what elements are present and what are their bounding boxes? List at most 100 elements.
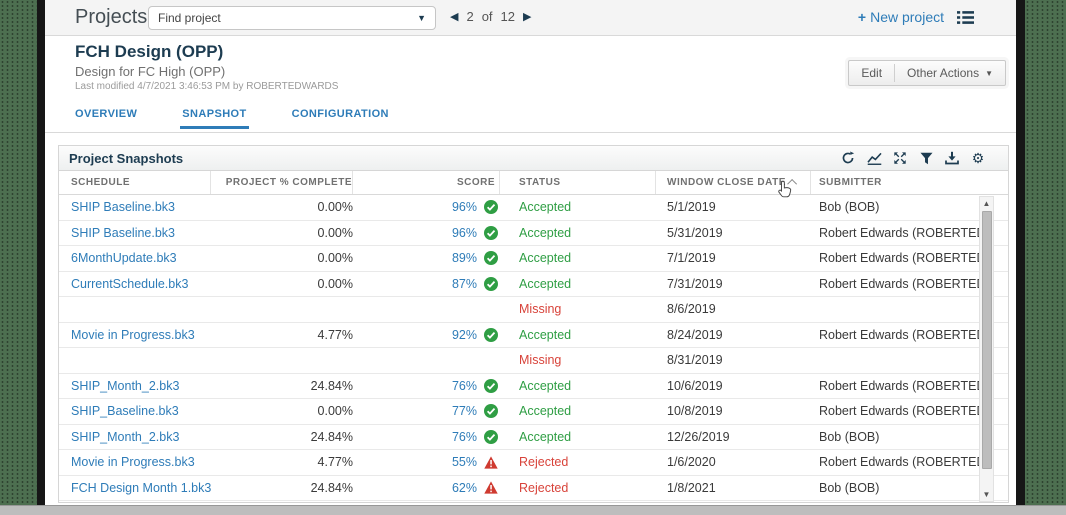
accepted-check-icon [484, 276, 498, 291]
find-project-combobox[interactable]: Find project ▼ [148, 6, 436, 30]
table-row[interactable]: SHIP_Baseline.bk3 0.00% 77% Accepted 10/8/20… [59, 399, 1008, 425]
project-subtitle: Design for FC High (OPP) [75, 64, 226, 79]
other-actions-button[interactable]: Other Actions ▼ [895, 61, 1005, 85]
prev-project-button[interactable]: ◀ [450, 10, 458, 23]
window-close-date-value: 1/8/2021 [667, 480, 716, 495]
submitter-value: Robert Edwards (ROBERTEDWARDS) [819, 404, 979, 419]
scroll-up-arrow[interactable]: ▲ [980, 197, 993, 210]
table-row[interactable]: SHIP Baseline.bk3 0.00% 96% Accepted 5/1/201… [59, 195, 1008, 221]
column-header-status[interactable]: STATUS [500, 171, 656, 194]
project-list-menu-icon[interactable] [957, 10, 974, 30]
submitter-value: Bob (BOB) [819, 429, 880, 444]
schedule-link[interactable]: SHIP_Month_2.bk3 [71, 379, 179, 393]
schedule-link[interactable]: 6MonthUpdate.bk3 [71, 251, 177, 265]
pct-complete-value: 0.00% [317, 276, 353, 291]
table-row[interactable]: Movie in Progress.bk3 4.77% 55% Rejected 1/6… [59, 450, 1008, 476]
window-close-date-value: 8/6/2019 [667, 302, 716, 317]
submitter-value: Robert Edwards (ROBERTEDWARDS) [819, 225, 979, 240]
score-link[interactable]: 92% [452, 328, 477, 342]
table-row[interactable]: CurrentSchedule.bk3 0.00% 87% Accepted 7/31/… [59, 272, 1008, 297]
score-link[interactable]: 62% [452, 481, 477, 495]
new-project-button[interactable]: + New project [858, 9, 944, 25]
schedule-link[interactable]: Movie in Progress.bk3 [71, 455, 195, 469]
table-row[interactable]: Missing 8/31/2019 [59, 348, 1008, 374]
table-row[interactable]: FCH Design Month 1.bk3 24.84% 62% Rejected 1… [59, 476, 1008, 501]
schedule-link[interactable]: CurrentSchedule.bk3 [71, 277, 188, 291]
column-label: SUBMITTER [819, 177, 882, 188]
score-link[interactable]: 76% [452, 430, 477, 444]
accepted-check-icon [484, 251, 498, 266]
tab-snapshot[interactable]: SNAPSHOT [180, 100, 249, 132]
column-header-schedule[interactable]: SCHEDULE [59, 171, 211, 194]
status-text: Accepted [519, 200, 572, 215]
panel-title: Project Snapshots [69, 150, 184, 166]
schedule-link[interactable]: FCH Design Month 1.bk3 [71, 481, 211, 495]
submitter-value: Robert Edwards (ROBERTEDWARDS) [819, 327, 979, 342]
submitter-value: Bob (BOB) [819, 480, 880, 495]
accepted-check-icon [484, 225, 498, 240]
column-label: PROJECT % COMPLETE [225, 177, 352, 188]
next-project-button[interactable]: ▶ [523, 10, 531, 23]
scroll-down-arrow[interactable]: ▼ [980, 488, 993, 501]
chart-icon[interactable] [866, 150, 882, 166]
new-project-label: New project [870, 9, 944, 25]
project-snapshots-panel: Project Snapshots ⚙ SCHEDULE PROJECT % C… [58, 145, 1009, 503]
pct-complete-value: 24.84% [310, 429, 353, 444]
status-text: Missing [519, 353, 562, 368]
column-label: SCORE [456, 177, 495, 188]
accepted-check-icon [484, 404, 498, 419]
table-row[interactable]: SHIP Baseline.bk3 0.00% 96% Accepted 5/31/20… [59, 221, 1008, 246]
table-row[interactable]: Missing 8/6/2019 [59, 297, 1008, 323]
status-text: Accepted [519, 251, 572, 266]
tab-configuration[interactable]: CONFIGURATION [292, 100, 389, 132]
schedule-link[interactable]: Movie in Progress.bk3 [71, 328, 195, 342]
accepted-check-icon [484, 200, 498, 215]
panel-header: Project Snapshots ⚙ [59, 146, 1008, 171]
table-row[interactable]: SHIP_Month_2.bk3 24.84% 76% Accepted 10/6/20… [59, 374, 1008, 399]
column-header-score[interactable]: SCORE [353, 171, 500, 194]
column-header-project-complete[interactable]: PROJECT % COMPLETE [211, 171, 353, 194]
edit-button[interactable]: Edit [849, 61, 894, 85]
score-link[interactable]: 77% [452, 404, 477, 418]
window-close-date-value: 8/24/2019 [667, 327, 723, 342]
score-link[interactable]: 87% [452, 277, 477, 291]
score-link[interactable]: 96% [452, 200, 477, 214]
schedule-link[interactable]: SHIP_Month_2.bk3 [71, 430, 179, 444]
vertical-scrollbar[interactable]: ▲ ▼ [979, 196, 994, 502]
pager-current: 2 [466, 9, 474, 24]
score-link[interactable]: 76% [452, 379, 477, 393]
status-text: Accepted [519, 225, 572, 240]
score-link[interactable]: 96% [452, 226, 477, 240]
score-link[interactable]: 89% [452, 251, 477, 265]
column-label: STATUS [519, 177, 561, 188]
table-row[interactable]: Movie in Progress.bk3 4.77% 92% Accepted 8/2… [59, 323, 1008, 348]
schedule-link[interactable]: SHIP_Baseline.bk3 [71, 404, 179, 418]
plus-icon: + [857, 9, 867, 25]
table-row[interactable]: 6MonthUpdate.bk3 0.00% 89% Accepted 7/1/2019… [59, 246, 1008, 272]
table-row[interactable]: SHIP_Month_2.bk3 24.84% 76% Accepted 12/26/2… [59, 425, 1008, 450]
schedule-link[interactable]: SHIP Baseline.bk3 [71, 226, 175, 240]
submitter-value: Robert Edwards (ROBERTEDWARDS) [819, 251, 979, 266]
status-text: Rejected [519, 455, 569, 470]
download-icon[interactable] [944, 150, 960, 166]
schedule-link[interactable]: SHIP Baseline.bk3 [71, 200, 175, 214]
status-text: Accepted [519, 429, 572, 444]
status-text: Accepted [519, 378, 572, 393]
tab-overview[interactable]: OVERVIEW [75, 100, 137, 132]
column-header-submitter[interactable]: SUBMITTER [811, 171, 979, 194]
status-text: Rejected [519, 480, 569, 495]
refresh-icon[interactable] [840, 150, 856, 166]
window-close-date-value: 7/31/2019 [667, 276, 723, 291]
scrollbar-thumb[interactable] [981, 211, 992, 469]
pager-of-label: of [481, 9, 493, 24]
expand-icon[interactable] [892, 150, 908, 166]
submitter-value: Robert Edwards (ROBERTEDWARDS) [819, 276, 979, 291]
filter-icon[interactable] [918, 150, 934, 166]
submitter-value: Bob (BOB) [819, 200, 880, 215]
window-close-date-value: 12/26/2019 [667, 429, 730, 444]
score-link[interactable]: 55% [452, 455, 477, 469]
project-title: FCH Design (OPP) [75, 42, 224, 61]
status-text: Missing [519, 302, 562, 317]
column-header-window-close-date[interactable]: WINDOW CLOSE DATE [656, 171, 811, 194]
gear-icon[interactable]: ⚙ [970, 150, 986, 166]
